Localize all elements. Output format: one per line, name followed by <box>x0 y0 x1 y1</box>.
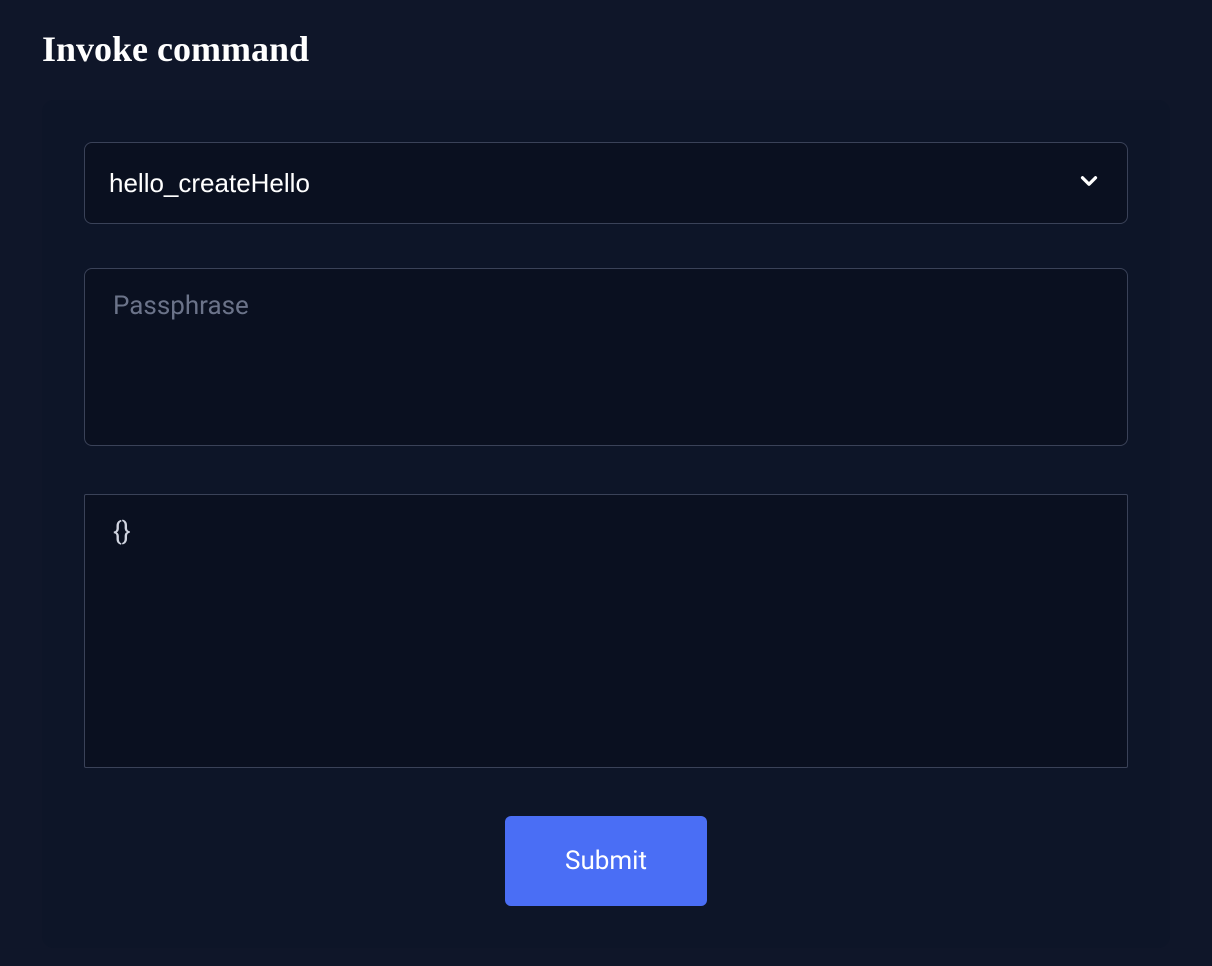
passphrase-input[interactable] <box>84 268 1128 446</box>
submit-wrapper: Submit <box>84 816 1128 906</box>
command-select-wrapper: hello_createHello <box>84 142 1128 224</box>
payload-group: {} <box>84 494 1128 772</box>
payload-input[interactable]: {} <box>84 494 1128 768</box>
command-select[interactable]: hello_createHello <box>84 142 1128 224</box>
submit-button[interactable]: Submit <box>505 816 707 906</box>
passphrase-group <box>84 268 1128 450</box>
command-select-group: hello_createHello <box>84 142 1128 224</box>
page-title: Invoke command <box>42 28 1170 70</box>
invoke-command-card: hello_createHello {} Submit <box>42 100 1170 948</box>
